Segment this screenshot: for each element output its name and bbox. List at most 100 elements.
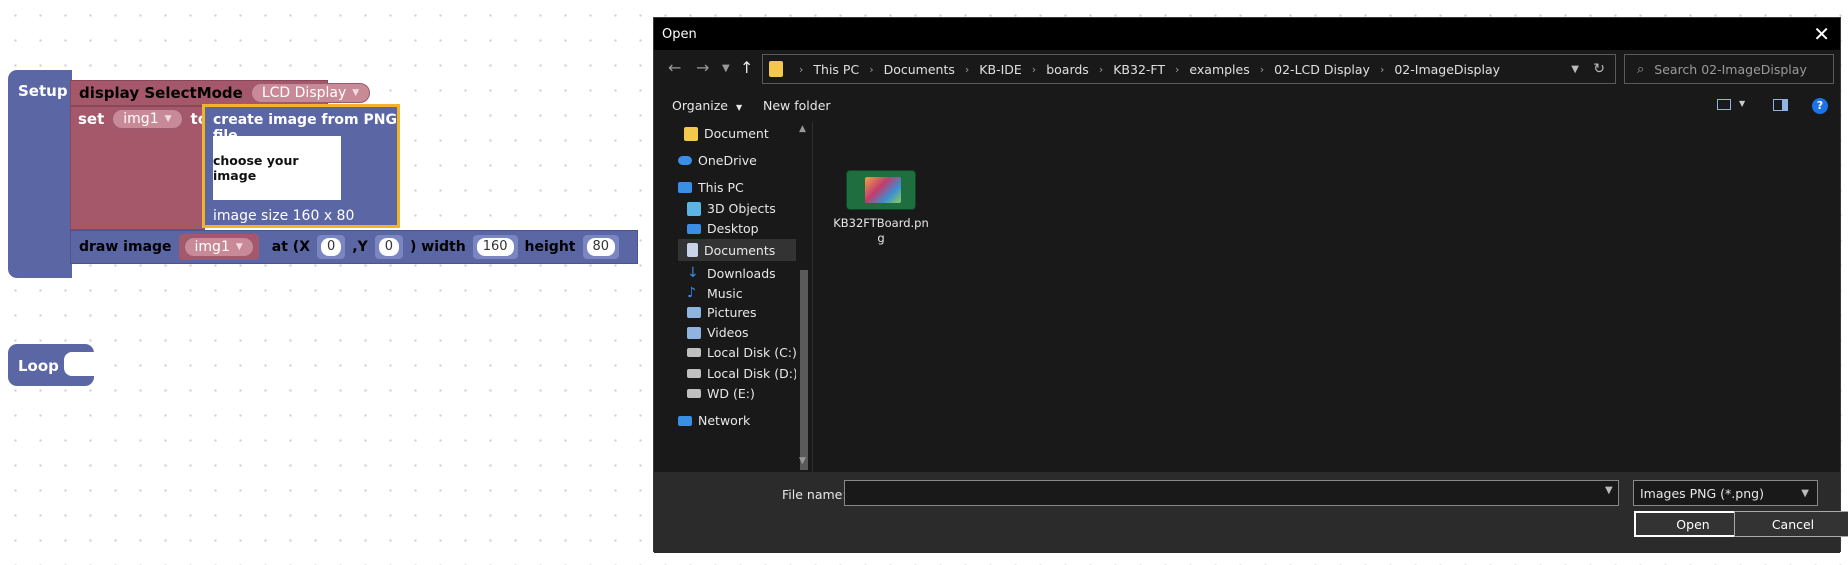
address-bar[interactable]: › This PC › Documents › KB-IDE › boards … xyxy=(762,54,1616,84)
display-selectmode-label: display SelectMode xyxy=(79,84,243,102)
search-box[interactable]: ⌕ Search 02-ImageDisplay xyxy=(1624,54,1834,84)
breadcrumb-item[interactable]: boards xyxy=(1046,62,1089,77)
nav-item-local-disk-c[interactable]: Local Disk (C:) xyxy=(687,345,797,360)
nav-item-downloads[interactable]: ↓ Downloads xyxy=(687,265,776,281)
nav-scrollbar[interactable]: ▲ ▼ xyxy=(796,122,812,472)
dialog-titlebar: Open ✕ xyxy=(654,18,1840,50)
dialog-title: Open xyxy=(662,27,697,42)
nav-item-3d-objects[interactable]: 3D Objects xyxy=(687,201,776,216)
scroll-up-icon[interactable]: ▲ xyxy=(799,124,806,134)
height-label: height xyxy=(524,239,576,255)
chevron-right-icon: › xyxy=(964,62,970,76)
set-label: set xyxy=(78,110,105,128)
nav-item-videos[interactable]: Videos xyxy=(687,325,749,340)
y-slot: 0 xyxy=(374,235,404,259)
nav-item-label: Local Disk (C:) xyxy=(707,345,797,360)
breadcrumb-item[interactable]: This PC xyxy=(813,62,859,77)
nav-item-onedrive[interactable]: OneDrive xyxy=(678,153,757,168)
breadcrumb-item[interactable]: 02-ImageDisplay xyxy=(1394,62,1500,77)
preview-pane-icon[interactable] xyxy=(1773,99,1788,111)
nav-item-network[interactable]: Network xyxy=(678,413,750,428)
display-selectmode-block[interactable]: display SelectMode LCD Display ▼ xyxy=(70,80,371,106)
file-type-select[interactable]: Images PNG (*.png) ▼ xyxy=(1633,480,1818,506)
nav-item-label: Network xyxy=(698,413,751,428)
nav-item-wd-e[interactable]: WD (E:) xyxy=(687,386,755,401)
file-type-value: Images PNG (*.png) xyxy=(1640,485,1764,501)
image-thumbnail-icon xyxy=(846,170,916,210)
draw-variable-value: img1 xyxy=(194,239,230,255)
dialog-toolbar: Organize ▼ New folder ▼ ? xyxy=(654,88,1840,122)
chevron-down-icon: ▼ xyxy=(735,103,743,112)
x-input[interactable]: 0 xyxy=(321,238,342,256)
music-icon: ♪ xyxy=(687,285,696,301)
back-arrow-icon[interactable]: ← xyxy=(668,58,681,77)
nav-item-label: WD (E:) xyxy=(707,386,755,401)
nav-item-label: Desktop xyxy=(707,221,759,236)
nav-item-desktop[interactable]: Desktop xyxy=(687,221,759,236)
organize-label: Organize xyxy=(672,98,728,113)
chevron-down-icon[interactable]: ▼ xyxy=(1739,99,1745,108)
width-input[interactable]: 160 xyxy=(476,238,514,256)
height-input[interactable]: 80 xyxy=(586,238,616,256)
disk-icon xyxy=(687,389,701,398)
videos-icon xyxy=(687,326,701,339)
breadcrumb-item[interactable]: KB-IDE xyxy=(979,62,1022,77)
nav-item-label: This PC xyxy=(698,180,744,195)
height-slot: 80 xyxy=(582,235,620,259)
forward-arrow-icon[interactable]: → xyxy=(696,58,709,77)
loop-notch xyxy=(64,352,94,376)
x-slot: 0 xyxy=(317,235,346,259)
y-input[interactable]: 0 xyxy=(378,238,400,256)
recent-chevron-icon[interactable]: ▼ xyxy=(722,63,730,74)
display-mode-dropdown[interactable]: LCD Display ▼ xyxy=(250,83,371,103)
nav-item-local-disk-d[interactable]: Local Disk (D:) xyxy=(687,366,798,381)
dialog-footer: File name: ▼ Images PNG (*.png) ▼ Open C… xyxy=(654,472,1848,553)
nav-item-documents[interactable]: Documents xyxy=(678,239,796,261)
chevron-down-icon[interactable]: ▼ xyxy=(1571,64,1579,75)
set-variable-dropdown[interactable]: img1 ▼ xyxy=(112,109,183,129)
disk-icon xyxy=(687,348,701,357)
breadcrumb-item[interactable]: KB32-FT xyxy=(1113,62,1165,77)
organize-menu[interactable]: Organize ▼ xyxy=(672,98,742,113)
refresh-icon[interactable]: ↻ xyxy=(1593,61,1605,77)
search-icon: ⌕ xyxy=(1637,61,1645,77)
nav-item-pictures[interactable]: Pictures xyxy=(687,305,757,320)
up-arrow-icon[interactable]: ↑ xyxy=(740,58,753,77)
breadcrumb-item[interactable]: 02-LCD Display xyxy=(1274,62,1370,77)
choose-image-field[interactable]: choose your image xyxy=(213,136,341,200)
nav-item-music[interactable]: ♪ Music xyxy=(687,285,743,301)
draw-image-block[interactable]: draw image img1 ▼ at (X 0 ,Y 0 ) width 1… xyxy=(70,230,638,264)
view-options-icon[interactable] xyxy=(1717,99,1731,110)
draw-variable-dropdown[interactable]: img1 ▼ xyxy=(183,237,254,257)
create-image-block[interactable]: create image from PNG file choose your i… xyxy=(202,104,400,228)
draw-image-label: draw image xyxy=(79,239,172,255)
blockly-workspace[interactable]: Setup display SelectMode LCD Display ▼ s… xyxy=(0,0,650,565)
dropdown-arrow-icon: ▼ xyxy=(164,114,172,124)
breadcrumb-item[interactable]: Documents xyxy=(884,62,955,77)
nav-item-label: Local Disk (D:) xyxy=(707,366,798,381)
file-name-input[interactable] xyxy=(844,480,1619,506)
nav-item-label: Music xyxy=(707,285,743,301)
draw-variable-slot: img1 ▼ xyxy=(178,234,259,260)
chevron-down-icon: ▼ xyxy=(1801,487,1809,499)
nav-item-this-pc[interactable]: This PC xyxy=(678,180,744,195)
scroll-down-icon[interactable]: ▼ xyxy=(799,456,806,466)
download-icon: ↓ xyxy=(687,265,699,281)
help-icon[interactable]: ? xyxy=(1812,98,1828,114)
chevron-down-icon[interactable]: ▼ xyxy=(1605,485,1613,496)
open-file-dialog: Open ✕ ← → ▼ ↑ › This PC › Documents › K… xyxy=(653,17,1848,553)
new-folder-button[interactable]: New folder xyxy=(763,98,831,113)
navigation-pane: Document OneDrive This PC 3D Objects Des… xyxy=(654,122,812,472)
scrollbar-thumb[interactable] xyxy=(800,270,808,470)
nav-item-document[interactable]: Document xyxy=(684,126,769,141)
file-item[interactable]: KB32FTBoard.png xyxy=(833,162,929,246)
setup-block[interactable] xyxy=(8,70,72,278)
nav-item-label: Documents xyxy=(704,242,776,258)
chevron-right-icon: › xyxy=(869,62,874,76)
cancel-button[interactable]: Cancel xyxy=(1734,511,1848,537)
close-icon[interactable]: ✕ xyxy=(1813,22,1830,46)
file-list[interactable]: KB32FTBoard.png xyxy=(812,122,1840,472)
cloud-icon xyxy=(678,156,692,165)
breadcrumb-item[interactable]: examples xyxy=(1189,62,1249,77)
network-icon xyxy=(678,415,692,426)
